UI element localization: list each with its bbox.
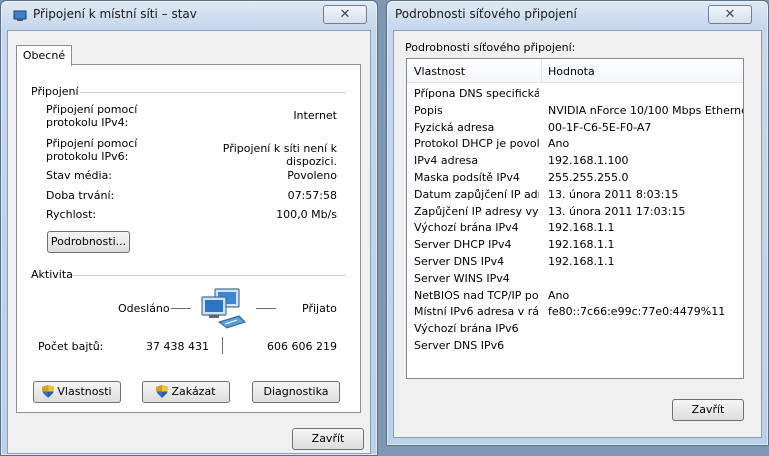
close-button[interactable]: Zavřít	[292, 428, 364, 450]
speed-value: 100,0 Mb/s	[276, 208, 337, 221]
ipv4-label: Připojení pomocí protokolu IPv4:	[46, 103, 138, 129]
table-row[interactable]: Místní IPv6 adresa v rá... fe80::7c66:e99…	[407, 303, 745, 320]
table-row[interactable]: NetBIOS nad TCP/IP po... Ano	[407, 287, 745, 304]
property-cell: Server WINS IPv4	[414, 271, 510, 285]
property-cell: Popis	[414, 103, 443, 117]
details-button[interactable]: Podrobnosti...	[47, 231, 130, 253]
uac-shield-icon	[156, 385, 169, 405]
column-header-value[interactable]: Hodnota	[548, 65, 595, 78]
disable-button[interactable]: Zakázat	[142, 381, 230, 403]
close-icon: ✕	[724, 7, 736, 22]
value-cell: 13. února 2011 8:03:15	[548, 187, 679, 201]
property-cell: Přípona DNS specifická...	[414, 87, 539, 100]
duration-value: 07:57:58	[287, 189, 337, 202]
table-row[interactable]: Fyzická adresa 00-1F-C6-5E-F0-A7	[407, 119, 745, 136]
property-cell: Fyzická adresa	[414, 120, 495, 134]
value-cell: 00-1F-C6-5E-F0-A7	[548, 120, 652, 134]
property-cell: Maska podsítě IPv4	[414, 171, 520, 184]
property-cell: Datum zapůjčení IP adr...	[414, 187, 539, 201]
table-row[interactable]: Server DNS IPv4 192.168.1.1	[407, 253, 745, 270]
connection-heading: Připojení	[31, 85, 79, 98]
details-close-window-button[interactable]: ✕	[708, 5, 752, 24]
table-row[interactable]: Maska podsítě IPv4 255.255.255.0	[407, 169, 745, 186]
tab-general[interactable]: Obecné	[16, 45, 72, 66]
table-row[interactable]: Výchozí brána IPv4 192.168.1.1	[407, 219, 745, 236]
property-cell: IPv4 adresa	[414, 154, 479, 168]
value-cell: 192.168.1.1	[548, 221, 615, 235]
ipv6-label: Připojení pomocí protokolu IPv6:	[46, 137, 138, 163]
details-title-bar[interactable]: Podrobnosti síťového připojení ✕	[387, 1, 768, 31]
table-row[interactable]: Server DNS IPv6	[407, 337, 745, 354]
property-cell: Server DHCP IPv4	[414, 238, 512, 252]
value-cell: 255.255.255.0	[548, 171, 629, 184]
window-title: Připojení k místní síti – stav	[33, 7, 197, 21]
table-row[interactable]: Datum zapůjčení IP adr... 13. února 2011 …	[407, 186, 745, 203]
activity-separator	[72, 275, 346, 276]
value-cell: 192.168.1.1	[548, 238, 615, 252]
properties-button[interactable]: Vlastnosti	[33, 381, 121, 403]
column-header-property[interactable]: Vlastnost	[414, 65, 465, 78]
property-cell: Výchozí brána IPv4	[414, 221, 519, 235]
value-cell: 192.168.1.100	[548, 154, 629, 168]
table-row[interactable]: Server DHCP IPv4 192.168.1.1	[407, 236, 745, 253]
property-cell: Server DNS IPv6	[414, 339, 505, 352]
value-cell: 13. února 2011 17:03:15	[548, 204, 686, 218]
table-row[interactable]: Výchozí brána IPv6	[407, 320, 745, 337]
title-bar[interactable]: Připojení k místní síti – stav ✕	[1, 1, 377, 31]
media-state-label: Stav média:	[46, 169, 113, 182]
table-row[interactable]: Zapůjčení IP adresy vyp... 13. února 2011…	[407, 203, 745, 220]
column-divider[interactable]	[541, 59, 542, 83]
value-cell: Ano	[548, 288, 570, 302]
table-row[interactable]: Popis NVIDIA nForce 10/100 Mbps Ethernet	[407, 102, 745, 119]
sent-label: Odesláno	[118, 302, 170, 315]
bytes-divider	[222, 337, 223, 354]
property-cell: NetBIOS nad TCP/IP po...	[414, 288, 539, 302]
bytes-sent-value: 37 438 431	[146, 340, 209, 353]
diagnose-button[interactable]: Diagnostika	[252, 381, 340, 403]
value-cell: Ano	[548, 137, 570, 151]
details-list[interactable]: Vlastnost Hodnota Přípona DNS specifická…	[406, 58, 744, 379]
details-window-title: Podrobnosti síťového připojení	[395, 7, 577, 21]
ipv4-value: Internet	[293, 109, 337, 122]
close-icon: ✕	[339, 7, 351, 22]
value-cell: 192.168.1.1	[548, 255, 615, 268]
received-label: Přijato	[302, 302, 337, 315]
window-icon	[13, 10, 27, 22]
table-row[interactable]: Protokol DHCP je povol... Ano	[407, 135, 745, 152]
received-line	[256, 308, 276, 309]
properties-button-label: Vlastnosti	[57, 385, 112, 398]
table-row[interactable]: Server WINS IPv4	[407, 270, 745, 287]
details-close-button[interactable]: Zavřít	[672, 399, 744, 421]
media-state-value: Povoleno	[287, 169, 337, 182]
uac-shield-icon	[42, 385, 55, 405]
table-row[interactable]: Přípona DNS specifická...	[407, 85, 745, 102]
property-cell: Zapůjčení IP adresy vyp...	[414, 204, 539, 218]
disable-button-label: Zakázat	[171, 385, 216, 398]
property-cell: Místní IPv6 adresa v rá...	[414, 305, 539, 319]
duration-label: Doba trvání:	[46, 189, 115, 202]
close-window-button[interactable]: ✕	[323, 5, 367, 24]
value-cell: fe80::7c66:e99c:77e0:4479%11	[548, 305, 726, 319]
value-cell: NVIDIA nForce 10/100 Mbps Ethernet	[548, 103, 743, 117]
sent-line	[171, 308, 191, 309]
property-cell: Protokol DHCP je povol...	[414, 137, 539, 151]
bytes-label: Počet bajtů:	[38, 340, 104, 353]
network-computers-icon	[197, 286, 251, 334]
ipv6-value: Připojení k síti není k dispozici.	[222, 142, 337, 168]
details-list-header: Vlastnost Hodnota	[407, 59, 743, 83]
property-cell: Výchozí brána IPv6	[414, 322, 519, 336]
table-row[interactable]: IPv4 adresa 192.168.1.100	[407, 152, 745, 169]
property-cell: Server DNS IPv4	[414, 255, 505, 268]
details-group-label: Podrobnosti síťového připojení:	[405, 41, 576, 54]
speed-label: Rychlost:	[46, 208, 97, 221]
bytes-received-value: 606 606 219	[267, 340, 337, 353]
activity-heading: Aktivita	[31, 268, 73, 281]
connection-separator	[80, 92, 346, 93]
